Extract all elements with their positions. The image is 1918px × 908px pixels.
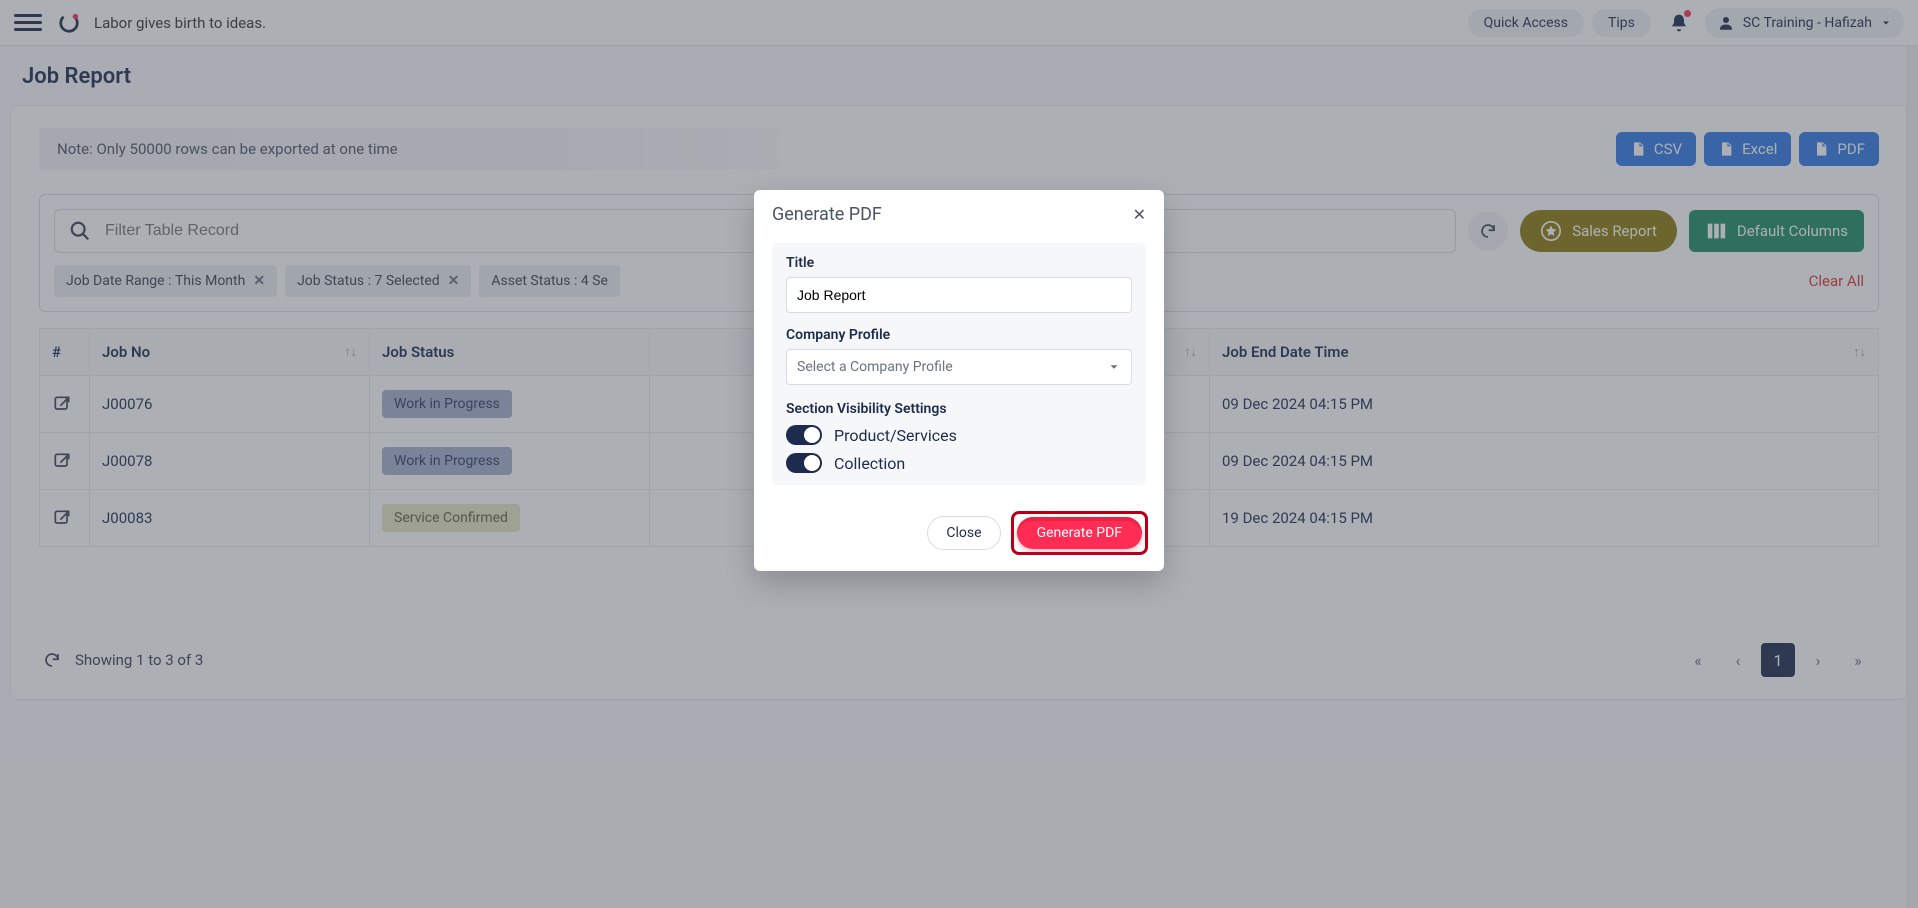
company-profile-placeholder: Select a Company Profile (797, 359, 953, 375)
generate-pdf-highlight: Generate PDF (1011, 511, 1148, 555)
modal-title: Generate PDF (772, 204, 882, 225)
generate-pdf-modal: Generate PDF ✕ Title Company Profile Sel… (754, 190, 1164, 571)
modal-close-button[interactable]: Close (927, 516, 1000, 550)
toggle-collection[interactable] (786, 453, 822, 473)
toggle-product-services-label: Product/Services (834, 426, 957, 445)
toggle-collection-label: Collection (834, 454, 905, 473)
title-label: Title (786, 255, 1132, 271)
modal-close-icon[interactable]: ✕ (1133, 205, 1146, 224)
modal-overlay: Generate PDF ✕ Title Company Profile Sel… (0, 0, 1918, 908)
section-visibility-label: Section Visibility Settings (786, 401, 1132, 417)
chevron-down-icon (1107, 360, 1121, 374)
pdf-title-input[interactable] (786, 277, 1132, 313)
generate-pdf-button[interactable]: Generate PDF (1017, 517, 1142, 549)
company-profile-label: Company Profile (786, 327, 1132, 343)
toggle-product-services[interactable] (786, 425, 822, 445)
company-profile-select[interactable]: Select a Company Profile (786, 349, 1132, 385)
